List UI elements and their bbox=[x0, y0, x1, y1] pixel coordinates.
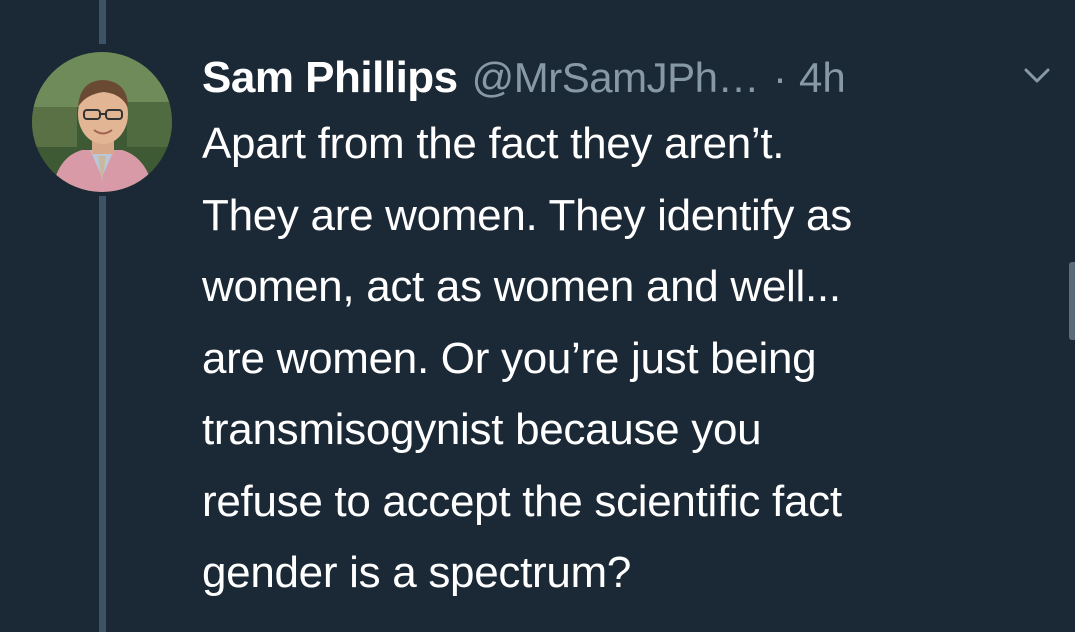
thread-line-top bbox=[99, 0, 106, 44]
tweet-text-line: They are women. They identify as bbox=[202, 190, 852, 240]
chevron-down-icon[interactable] bbox=[1022, 62, 1052, 88]
thread-line-bottom bbox=[99, 196, 106, 632]
separator-dot: · bbox=[772, 54, 787, 101]
tweet-text-line: gender is a spectrum? bbox=[202, 548, 632, 597]
tweet-text-line: women, act as women and well... bbox=[202, 262, 841, 311]
tweet-text-line: are women. Or you’re just being bbox=[202, 333, 817, 383]
scrollbar-thumb[interactable] bbox=[1069, 262, 1075, 340]
tweet-text-line: refuse to accept the scientific fact bbox=[202, 476, 842, 526]
author-handle[interactable]: @MrSamJPh… bbox=[472, 54, 760, 102]
avatar[interactable] bbox=[32, 52, 172, 192]
tweet-text-line: transmisogynist because you bbox=[202, 405, 762, 454]
author-name[interactable]: Sam Phillips bbox=[202, 53, 458, 103]
tweet-text: Apart from the fact they aren’t. They ar… bbox=[202, 108, 1062, 609]
tweet-header: Sam Phillips @MrSamJPh… · 4h bbox=[202, 50, 846, 106]
tweet-text-line: Apart from the fact they aren’t. bbox=[202, 119, 785, 168]
timestamp[interactable]: 4h bbox=[799, 54, 846, 102]
avatar-image bbox=[32, 52, 172, 192]
